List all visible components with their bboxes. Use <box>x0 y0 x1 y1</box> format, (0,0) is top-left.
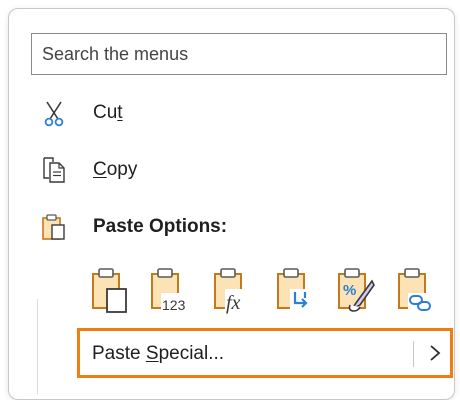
menu-item-copy[interactable]: Copy <box>31 148 447 192</box>
submenu-separator <box>413 341 414 367</box>
search-input[interactable] <box>32 34 446 74</box>
paste-link-icon[interactable] <box>396 265 436 315</box>
chevron-right-icon[interactable] <box>428 339 442 367</box>
scissors-icon <box>44 101 64 127</box>
cut-label: Cut <box>93 102 123 123</box>
paste-values-icon[interactable]: 123 <box>149 265 189 315</box>
clipboard-icon <box>42 214 65 240</box>
paste-transpose-icon[interactable] <box>275 265 315 315</box>
paste-formatting-icon[interactable]: % <box>336 265 376 315</box>
menu-item-paste-special[interactable]: Paste Special... <box>77 328 453 378</box>
context-menu: Cut Copy Paste Options: <box>8 8 455 400</box>
paste-icon[interactable] <box>90 265 130 315</box>
svg-text:123: 123 <box>162 297 186 313</box>
paste-options-label: Paste Options: <box>93 216 228 237</box>
copy-label: Copy <box>93 159 138 180</box>
svg-text:%: % <box>343 282 356 299</box>
paste-options-header: Paste Options: <box>31 205 447 249</box>
copy-icon <box>43 157 65 183</box>
paste-special-label: Paste Special... <box>92 343 225 364</box>
paste-formulas-icon[interactable]: fx <box>212 265 252 315</box>
svg-text:fx: fx <box>226 292 241 314</box>
menu-item-cut[interactable]: Cut <box>31 91 447 135</box>
search-box[interactable] <box>31 33 447 75</box>
divider <box>37 299 38 394</box>
